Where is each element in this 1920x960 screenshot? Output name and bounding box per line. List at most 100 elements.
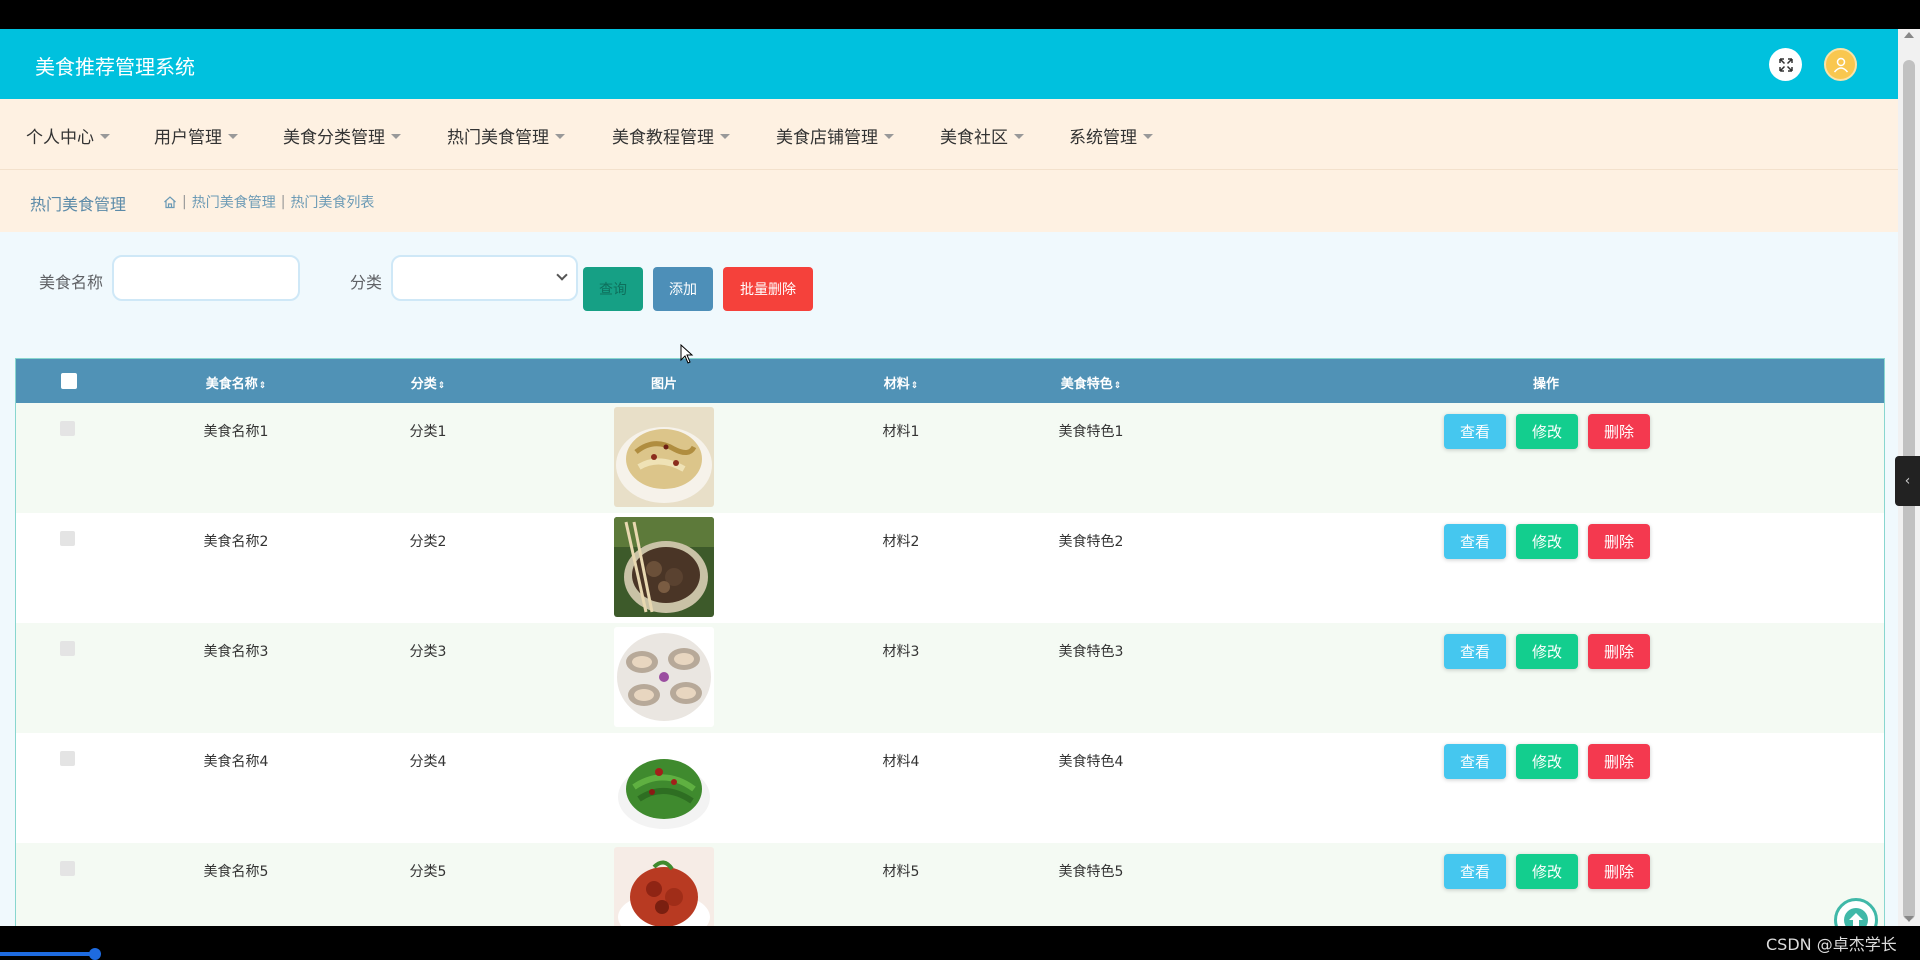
edit-button[interactable]: 修改 (1516, 744, 1578, 779)
nav-label: 美食社区 (940, 128, 1008, 148)
green-beans-chili-image (614, 737, 714, 837)
home-icon[interactable] (163, 195, 177, 209)
table-row: 美食名称1 分类1 材料1 美食特色1 查看 修改 删除 (16, 403, 1884, 513)
nav-food-community[interactable]: 美食社区 (940, 123, 1024, 148)
add-button[interactable]: 添加 (653, 267, 713, 311)
caret-down-icon (555, 134, 565, 139)
category-cell: 分类1 (409, 424, 447, 440)
nav-label: 美食店铺管理 (776, 128, 878, 148)
delete-button[interactable]: 删除 (1588, 854, 1650, 889)
food-image (614, 407, 714, 507)
stir-fried-cabbage-image (614, 407, 714, 507)
watermark: CSDN @卓杰学长 (1766, 935, 1897, 954)
row-checkbox[interactable] (60, 641, 75, 656)
nav-label: 美食分类管理 (283, 128, 385, 148)
nav-personal-center[interactable]: 个人中心 (26, 123, 110, 148)
food-image (614, 737, 714, 837)
expand-icon (1778, 57, 1793, 72)
food-name-cell: 美食名称2 (203, 534, 269, 550)
nav-label: 个人中心 (26, 128, 94, 148)
column-header-category[interactable]: 分类⇕ (411, 373, 446, 392)
column-header-name[interactable]: 美食名称⇕ (206, 373, 267, 392)
row-checkbox[interactable] (60, 861, 75, 876)
fullscreen-button[interactable] (1769, 48, 1802, 81)
batch-delete-button[interactable]: 批量删除 (723, 267, 813, 311)
query-button[interactable]: 查询 (583, 267, 643, 311)
nav-food-tutorial-management[interactable]: 美食教程管理 (612, 123, 730, 148)
breadcrumb-item[interactable]: 热门美食管理 (192, 192, 276, 212)
material-cell: 材料3 (882, 644, 920, 660)
row-checkbox[interactable] (60, 421, 75, 436)
app-window: 美食推荐管理系统 个人中心 用户管理 美食分类管理 热门美食管理 美食教程管理 … (0, 29, 1898, 926)
column-header-material[interactable]: 材料⇕ (884, 373, 919, 392)
view-button[interactable]: 查看 (1444, 524, 1506, 559)
caret-down-icon (100, 134, 110, 139)
search-form: 美食名称 分类 查询 添加 批量删除 (0, 232, 1898, 318)
category-cell: 分类3 (409, 644, 447, 660)
sort-icon: ⇕ (258, 381, 267, 391)
nav-food-shop-management[interactable]: 美食店铺管理 (776, 123, 894, 148)
caret-down-icon (1014, 134, 1024, 139)
nav-system-management[interactable]: 系统管理 (1069, 123, 1153, 148)
category-label: 分类 (350, 273, 383, 292)
feature-cell: 美食特色2 (1058, 534, 1124, 550)
scroll-down-arrow-icon[interactable] (1904, 916, 1914, 922)
caret-down-icon (720, 134, 730, 139)
nav-hot-food-management[interactable]: 热门美食管理 (447, 123, 565, 148)
user-avatar-button[interactable] (1824, 48, 1857, 81)
edit-button[interactable]: 修改 (1516, 414, 1578, 449)
column-header-feature[interactable]: 美食特色⇕ (1061, 373, 1122, 392)
category-select[interactable] (391, 255, 578, 301)
row-checkbox[interactable] (60, 531, 75, 546)
view-button[interactable]: 查看 (1444, 414, 1506, 449)
video-progress-handle[interactable] (89, 948, 101, 960)
view-button[interactable]: 查看 (1444, 634, 1506, 669)
food-table: 美食名称⇕ 分类⇕ 图片 材料⇕ 美食特色⇕ 操作 美食名称1 分类1 材料1 … (15, 358, 1885, 926)
column-header-label: 分类 (410, 377, 437, 392)
scroll-up-arrow-icon[interactable] (1904, 32, 1914, 38)
side-panel-toggle[interactable]: ‹ (1895, 456, 1920, 506)
content-area: 美食名称 分类 查询 添加 批量删除 美食名称⇕ 分类⇕ 图片 材料⇕ 美食特色… (0, 232, 1898, 926)
select-all-checkbox[interactable] (61, 373, 77, 389)
video-progress-bar[interactable] (0, 952, 96, 956)
view-button[interactable]: 查看 (1444, 854, 1506, 889)
column-header-image: 图片 (650, 377, 678, 392)
sort-icon: ⇕ (1113, 381, 1122, 391)
delete-button[interactable]: 删除 (1588, 414, 1650, 449)
delete-button[interactable]: 删除 (1588, 524, 1650, 559)
edit-button[interactable]: 修改 (1516, 634, 1578, 669)
arrow-up-circle-icon (1844, 908, 1868, 926)
delete-button[interactable]: 删除 (1588, 744, 1650, 779)
table-row: 美食名称4 分类4 材料4 美食特色4 查看 修改 删除 (16, 733, 1884, 843)
spicy-chicken-image (614, 847, 714, 926)
app-title: 美食推荐管理系统 (35, 55, 195, 79)
food-name-cell: 美食名称1 (203, 424, 269, 440)
nav-food-category-management[interactable]: 美食分类管理 (283, 123, 401, 148)
category-cell: 分类4 (409, 754, 447, 770)
table-row: 美食名称3 分类3 材料3 美食特色3 查看 修改 删除 (16, 623, 1884, 733)
view-button[interactable]: 查看 (1444, 744, 1506, 779)
category-cell: 分类5 (409, 864, 447, 880)
delete-button[interactable]: 删除 (1588, 634, 1650, 669)
table-row: 美食名称5 分类5 材料5 美食特色5 查看 修改 删除 (16, 843, 1884, 926)
food-name-input[interactable] (112, 255, 300, 301)
page-title: 热门美食管理 (30, 195, 127, 214)
nav-user-management[interactable]: 用户管理 (154, 123, 238, 148)
main-nav: 个人中心 用户管理 美食分类管理 热门美食管理 美食教程管理 美食店铺管理 美食… (0, 99, 1898, 170)
screen-bottom-border (0, 926, 1920, 960)
table-row: 美食名称2 分类2 材料2 美食特色2 查看 修改 删除 (16, 513, 1884, 623)
feature-cell: 美食特色4 (1058, 754, 1124, 770)
edit-button[interactable]: 修改 (1516, 524, 1578, 559)
caret-down-icon (228, 134, 238, 139)
food-image (614, 627, 714, 727)
app-header: 美食推荐管理系统 (0, 29, 1898, 99)
column-header-label: 材料 (883, 377, 910, 392)
food-name-cell: 美食名称4 (203, 754, 269, 770)
sort-icon: ⇕ (437, 381, 446, 391)
mouse-cursor-icon (680, 344, 694, 364)
edit-button[interactable]: 修改 (1516, 854, 1578, 889)
row-checkbox[interactable] (60, 751, 75, 766)
breadcrumb-separator: | (280, 194, 286, 210)
feature-cell: 美食特色1 (1058, 424, 1124, 440)
breadcrumb-item: 热门美食列表 (290, 195, 375, 211)
